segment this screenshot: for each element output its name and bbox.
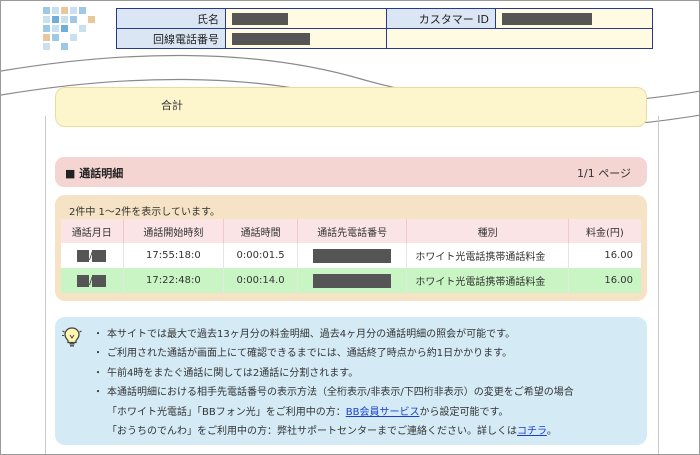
note-text: 。 — [546, 426, 557, 438]
col-fee: 料金(円) — [568, 219, 641, 243]
line-number-value — [225, 28, 387, 49]
lightbulb-icon — [62, 327, 82, 347]
redacted-block — [232, 13, 288, 25]
customer-id-label: カスタマー ID — [386, 8, 496, 29]
type-cell: ホワイト光電話携帯通話料金 — [406, 243, 569, 268]
start-time-cell: 17:55:18:0 — [123, 243, 225, 268]
col-duration: 通話時間 — [223, 219, 298, 243]
destination-cell — [297, 268, 408, 293]
col-type: 種別 — [406, 219, 569, 243]
table-header-row: 通話月日 通話開始時刻 通話時間 通話先電話番号 種別 料金(円) — [61, 219, 641, 243]
note-item: ・午前4時をまたぐ通話に関しては2通話に分割されます。 — [93, 367, 359, 379]
call-detail-table: 通話月日 通話開始時刻 通話時間 通話先電話番号 種別 料金(円) / 17:5… — [61, 219, 641, 293]
note-text: から設定可能です。 — [419, 406, 509, 418]
note-text: 「ホワイト光電話」「BBフォン光」をご利用中の方： — [107, 406, 346, 418]
col-call-date: 通話月日 — [61, 219, 124, 243]
total-box — [55, 87, 647, 127]
redacted-block — [77, 274, 90, 287]
page-indicator: 1/1 ページ — [577, 167, 631, 180]
empty-cell — [386, 28, 653, 49]
col-destination: 通話先電話番号 — [297, 219, 408, 243]
redacted-block — [502, 13, 592, 25]
note-text: 本サイトでは最大で過去13ヶ月分の料金明細、過去4ヶ月分の通話明細の照会が可能で… — [107, 329, 516, 340]
page-frame: 氏名 カスタマー ID 回線電話番号 合計 ■ 通話明細 1/1 ページ 2件中… — [0, 0, 700, 455]
note-item: ・ご利用された通話が画面上にて確認できるまでには、通話終了時点から約1日かかりま… — [93, 348, 513, 360]
fee-cell: 16.00 — [568, 243, 641, 268]
note-text: 午前4時をまたぐ通話に関しては2通話に分割されます。 — [107, 367, 359, 379]
call-date-cell: / — [61, 268, 124, 293]
duration-cell: 0:00:01.5 — [223, 243, 298, 268]
destination-cell — [297, 243, 408, 268]
call-detail-header — [55, 157, 647, 187]
name-value — [225, 8, 387, 29]
note-item: ・本サイトでは最大で過去13ヶ月分の料金明細、過去4ヶ月分の通話明細の照会が可能… — [93, 329, 516, 340]
note-text: 「おうちのでんわ」をご利用中の方：弊社サポートセンターまでご連絡ください。詳しく… — [107, 426, 517, 438]
customer-id-value — [495, 8, 653, 29]
note-item: ・本通話明細における相手先電話番号の表示方法（全桁表示/非表示/下四桁非表示）の… — [93, 387, 574, 399]
duration-cell: 0:00:14.0 — [223, 268, 298, 293]
line-number-label: 回線電話番号 — [116, 28, 226, 49]
col-start-time: 通話開始時刻 — [123, 219, 225, 243]
note-text: ご利用された通話が画面上にて確認できるまでには、通話終了時点から約1日かかります… — [107, 348, 513, 360]
total-label: 合計 — [161, 99, 183, 112]
note-subitem-bbphone: 「ホワイト光電話」「BBフォン光」をご利用中の方：BB会員サービスから設定可能で… — [93, 403, 574, 422]
start-time-cell: 17:22:48:0 — [123, 268, 225, 293]
call-date-cell: / — [61, 243, 124, 268]
note-subitem-ouchi: 「おうちのでんわ」をご利用中の方：弊社サポートセンターまでご連絡ください。詳しく… — [93, 422, 574, 441]
kochira-link[interactable]: コチラ — [517, 426, 547, 437]
name-label: 氏名 — [116, 8, 226, 29]
fee-cell: 16.00 — [568, 268, 641, 293]
result-count: 2件中 1～2件を表示しています。 — [69, 207, 220, 218]
call-detail-title: ■ 通話明細 — [65, 167, 124, 180]
customer-info-table: 氏名 カスタマー ID 回線電話番号 — [116, 8, 653, 49]
redacted-block — [92, 249, 107, 262]
table-row: / 17:55:18:0 0:00:01.5 ホワイト光電話携帯通話料金 16.… — [61, 243, 641, 268]
redacted-block — [77, 249, 90, 262]
table-row: / 17:22:48:0 0:00:14.0 ホワイト光電話携帯通話料金 16.… — [61, 268, 641, 293]
type-cell: ホワイト光電話携帯通話料金 — [406, 268, 569, 293]
logo-mosaic — [43, 7, 95, 50]
redacted-block — [313, 248, 392, 263]
bb-member-service-link[interactable]: BB会員サービス — [346, 407, 420, 418]
notes-list: ・本サイトでは最大で過去13ヶ月分の料金明細、過去4ヶ月分の通話明細の照会が可能… — [93, 325, 574, 441]
redacted-block — [313, 273, 392, 288]
redacted-block — [232, 33, 310, 45]
redacted-block — [92, 274, 107, 287]
note-text: 本通話明細における相手先電話番号の表示方法（全桁表示/非表示/下四桁非表示）の変… — [107, 387, 574, 399]
